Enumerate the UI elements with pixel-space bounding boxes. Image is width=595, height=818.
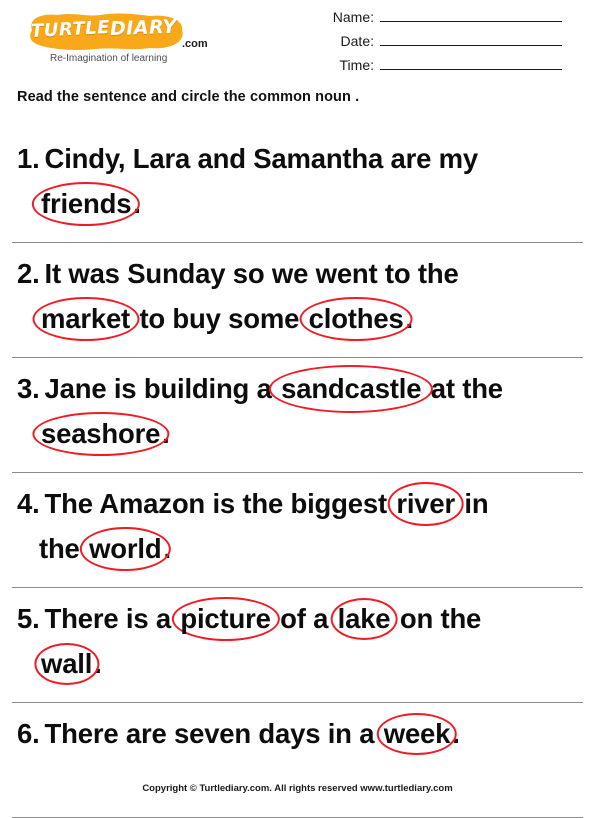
question-number: 1. [17, 143, 40, 174]
question-block: 6. There are seven days in a week. [0, 703, 595, 818]
sentence-text: . [163, 533, 171, 564]
sentence-text: on the [392, 603, 482, 634]
question-block: 2. It was Sunday so we went to the market … [0, 243, 595, 358]
logo-word-diary: DIARY [109, 15, 178, 41]
worksheet-header: TURTLE DIARY .com Re-Imagination of lear… [0, 0, 595, 88]
circled-answer-word[interactable]: week [382, 711, 452, 756]
name-label: Name: [332, 9, 374, 25]
question-line: friends. [17, 181, 577, 226]
questions-list: 1. Cindy, Lara and Samantha are my friends… [0, 128, 595, 818]
logo-word-turtle: TURTLE [30, 16, 111, 43]
logo-tagline: Re-Imagination of learning [50, 53, 168, 64]
question-text: 2. It was Sunday so we went to the market … [17, 251, 577, 341]
question-line: wall. [17, 641, 577, 686]
sentence-text: There is a [44, 603, 179, 634]
circled-answer-word[interactable]: wall [39, 641, 94, 686]
question-line: 3. Jane is building a sandcastle at the [17, 366, 577, 411]
circled-answer-word[interactable]: river [394, 481, 457, 526]
student-info-fields: Name: Date: Time: [307, 8, 562, 80]
question-block: 1. Cindy, Lara and Samantha are my friends… [0, 128, 595, 243]
sentence-text: Jane is building a [44, 373, 280, 404]
circled-answer-word[interactable]: lake [336, 596, 393, 641]
question-text: 3. Jane is building a sandcastle at the se… [17, 366, 577, 456]
question-number: 4. [17, 488, 40, 519]
sentence-text: . [162, 418, 170, 449]
field-row-date: Date: [307, 32, 562, 56]
field-row-time: Time: [307, 56, 562, 80]
question-text: 4. The Amazon is the biggest river in the … [17, 481, 577, 571]
question-line: 2. It was Sunday so we went to the [17, 251, 577, 296]
footer-copyright: Copyright © Turtlediary.com. All rights … [142, 783, 453, 794]
sentence-text: There are seven days in a [44, 718, 382, 749]
sentence-text: the [39, 533, 88, 564]
question-text: 6. There are seven days in a week. [17, 711, 577, 756]
circled-answer-word[interactable]: picture [178, 596, 272, 641]
name-input-line[interactable] [380, 8, 562, 22]
sentence-text: . [94, 648, 102, 679]
field-row-name: Name: [307, 8, 562, 32]
circled-answer-word[interactable]: seashore [39, 411, 162, 456]
sentence-text: of a [272, 603, 336, 634]
time-label: Time: [339, 57, 374, 73]
question-block: 4. The Amazon is the biggest river in the … [0, 473, 595, 588]
sentence-text: . [452, 718, 460, 749]
instruction-text: Read the sentence and circle the common … [17, 89, 360, 105]
question-number: 3. [17, 373, 40, 404]
time-input-line[interactable] [380, 56, 562, 70]
date-input-line[interactable] [380, 32, 562, 46]
sentence-text: The Amazon is the biggest [44, 488, 395, 519]
question-text: 5. There is a picture of a lake on the wal… [17, 596, 577, 686]
turtle-diary-logo[interactable]: TURTLE DIARY .com Re-Imagination of lear… [22, 10, 222, 72]
sentence-text: Cindy, Lara and Samantha are my [44, 143, 479, 174]
question-number: 2. [17, 258, 40, 289]
question-block: 5. There is a picture of a lake on the wal… [0, 588, 595, 703]
question-line: seashore. [17, 411, 577, 456]
date-label: Date: [340, 33, 374, 49]
question-line: 5. There is a picture of a lake on the [17, 596, 577, 641]
sentence-text: . [133, 188, 141, 219]
question-line: 4. The Amazon is the biggest river in [17, 481, 577, 526]
sentence-text: It was Sunday so we went to the [44, 258, 459, 289]
question-line: 6. There are seven days in a week. [17, 711, 577, 756]
question-number: 5. [17, 603, 40, 634]
question-line: 1. Cindy, Lara and Samantha are my [17, 136, 577, 181]
circled-answer-word[interactable]: friends [39, 181, 133, 226]
question-block: 3. Jane is building a sandcastle at the se… [0, 358, 595, 473]
sentence-text: to buy some [132, 303, 307, 334]
question-number: 6. [17, 718, 40, 749]
circled-answer-word[interactable]: market [39, 296, 132, 341]
circled-answer-word[interactable]: sandcastle [279, 366, 423, 411]
sentence-text: . [405, 303, 414, 334]
question-line: the world. [17, 526, 577, 571]
sentence-text: in [456, 488, 489, 519]
logo-dotcom-suffix: .com [182, 38, 208, 50]
circled-answer-word[interactable]: world [87, 526, 163, 571]
question-text: 1. Cindy, Lara and Samantha are my friends… [17, 136, 577, 226]
question-line: market to buy some clothes. [17, 296, 577, 341]
sentence-text: at the [423, 373, 503, 404]
circled-answer-word[interactable]: clothes [307, 296, 406, 341]
